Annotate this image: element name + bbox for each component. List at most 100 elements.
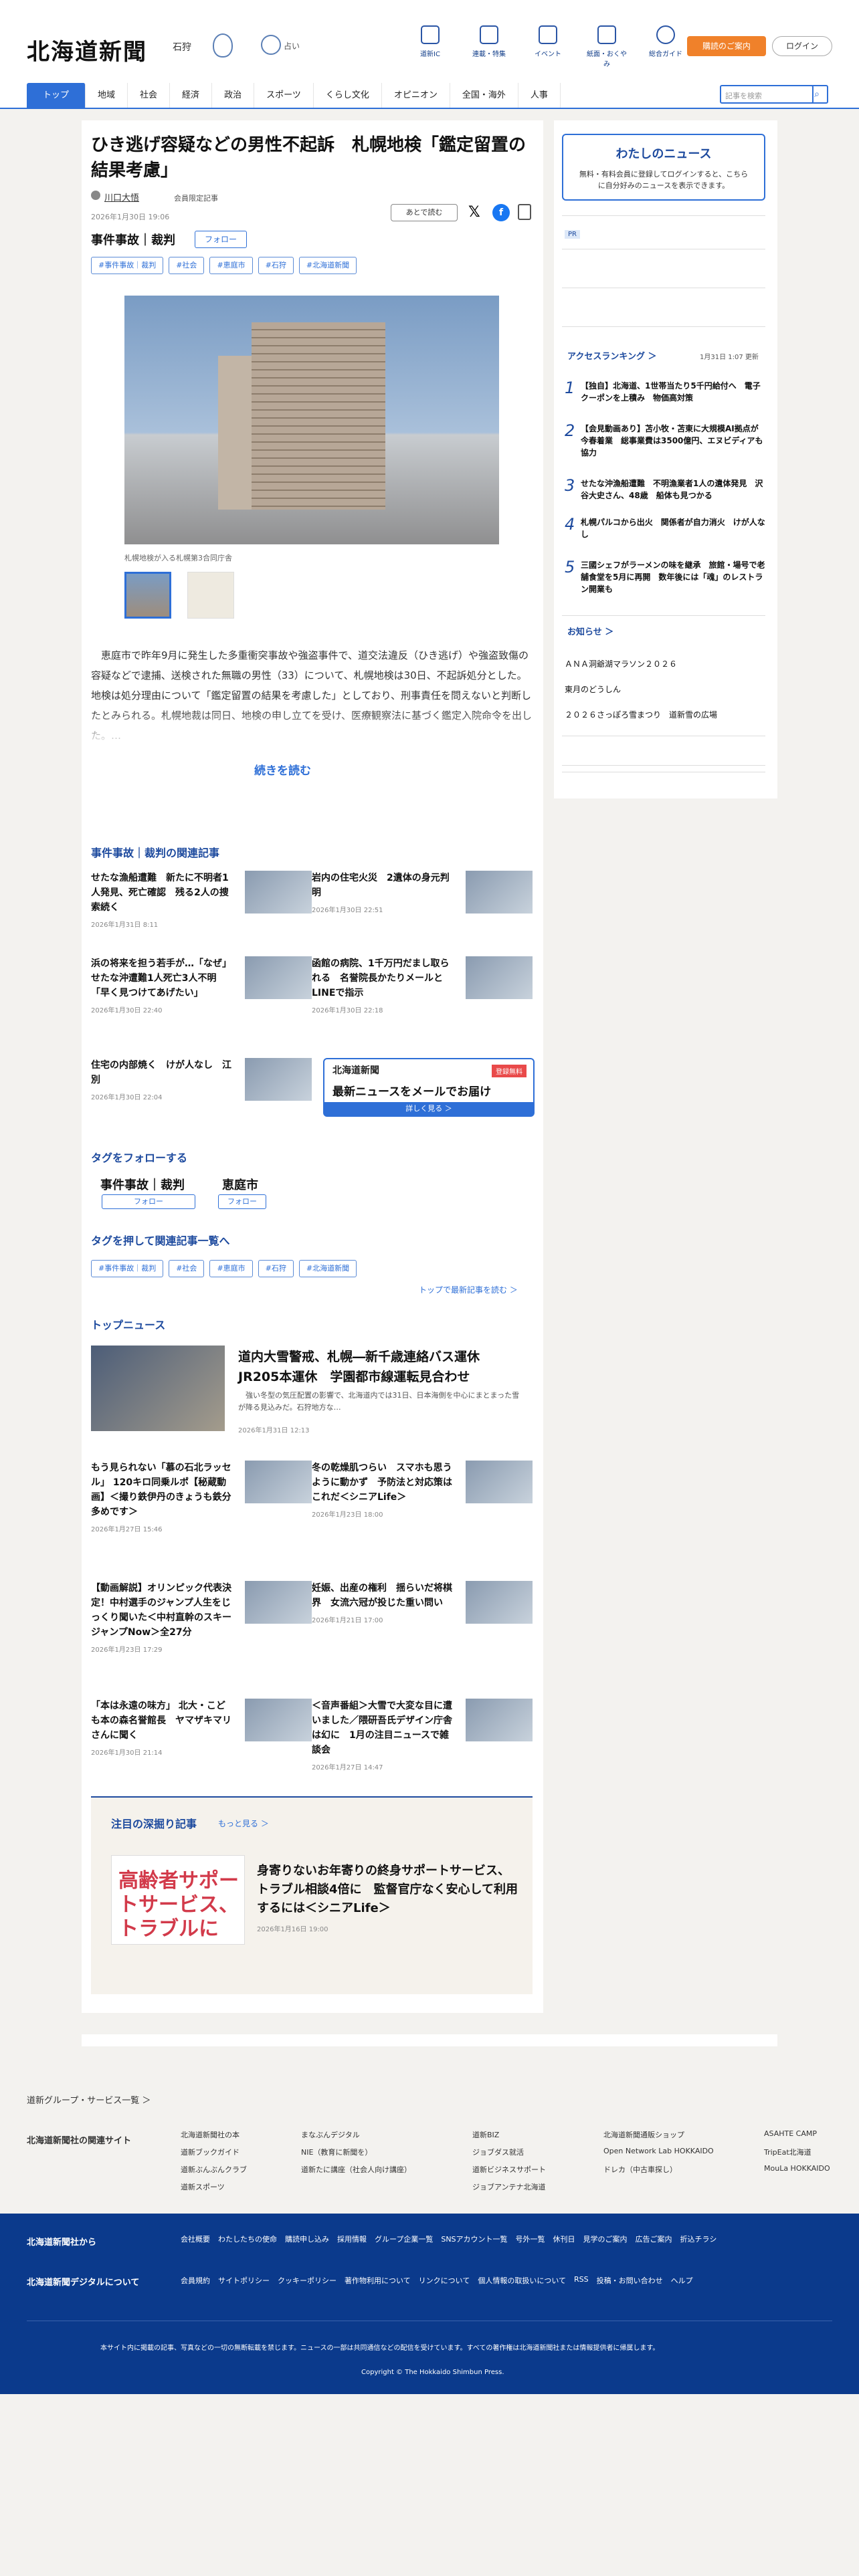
footer-link[interactable]: 広告ご案内 (636, 2234, 672, 2244)
weather-icon[interactable] (213, 33, 233, 58)
related-site-link[interactable]: ジョブアンテナ北海道 (472, 2181, 603, 2192)
related-site-link[interactable]: 道新ブックガイド (181, 2147, 301, 2157)
footer-link[interactable]: サイトポリシー (218, 2275, 270, 2286)
tag[interactable]: #事件事故｜裁判 (91, 1260, 164, 1277)
read-later-button[interactable]: あとで読む (391, 204, 458, 221)
tab-region[interactable]: 地域 (86, 83, 128, 108)
related-site-link[interactable]: TripEat北海道 (764, 2147, 831, 2157)
search-icon[interactable]: ⌕ (807, 85, 828, 104)
related-site-link[interactable]: MouLa HOKKAIDO (764, 2164, 831, 2175)
tab-top[interactable]: トップ (27, 83, 86, 108)
tab-personnel[interactable]: 人事 (518, 83, 561, 108)
related-article[interactable]: 住宅の内部焼く けが人なし 江別 2026年1月30日 22:04 (91, 1058, 312, 1132)
fortune-label[interactable]: 占い (284, 40, 300, 51)
tab-politics[interactable]: 政治 (212, 83, 255, 108)
nav-icon-series[interactable]: 連載・特集 (468, 25, 510, 68)
tab-sports[interactable]: スポーツ (254, 83, 314, 108)
footer-link[interactable]: 号外一覧 (516, 2234, 545, 2244)
top-news-article[interactable]: もう見られない「慕の石北ラッセル」 120キロ同乗ルポ【秘蔵動画】＜撮り鉄伊丹の… (91, 1461, 312, 1547)
tag[interactable]: #石狩 (258, 1260, 294, 1277)
notice-item[interactable]: ＡＮＡ洞爺湖マラソン２０２６ (565, 658, 677, 669)
footer-link[interactable]: 見学のご案内 (583, 2234, 628, 2244)
footer-link[interactable]: 個人情報の取扱いについて (478, 2275, 566, 2286)
top-news-article[interactable]: 妊娠、出産の権利 揺らいだ将棋界 女流六冠が投じた重い問い 2026年1月21日 … (312, 1581, 533, 1681)
related-site-link[interactable]: NIE（教育に新聞を） (301, 2147, 472, 2157)
tab-life[interactable]: くらし文化 (314, 83, 382, 108)
mail-news-banner[interactable]: 北海道新聞 登録無料 最新ニュースをメールでお届け 詳しく見る ＞ (323, 1058, 535, 1117)
footer-link[interactable]: 会員規約 (181, 2275, 210, 2286)
footer-link[interactable]: グループ企業一覧 (375, 2234, 433, 2244)
deep-dive-image[interactable]: 高齢者サポートサービス、トラブルに (111, 1855, 245, 1945)
follow-button[interactable]: フォロー (195, 231, 247, 248)
notice-item[interactable]: ２０２６さっぽろ雪まつり 道新雪の広場 (565, 709, 717, 720)
footer-link[interactable]: 投稿・お問い合わせ (597, 2275, 663, 2286)
footer-link[interactable]: RSS (574, 2275, 589, 2286)
article-photo[interactable] (124, 296, 499, 544)
related-site-link[interactable]: 道新たに講座（社会人向け講座） (301, 2164, 472, 2175)
tag[interactable]: #北海道新聞 (298, 257, 357, 274)
tab-economy[interactable]: 経済 (170, 83, 213, 108)
footer-link[interactable]: 著作物利用について (345, 2275, 411, 2286)
top-news-article[interactable]: 【動画解説】オリンピック代表決定！中村選手のジャンプ人生をじっくり聞いた＜中村直… (91, 1581, 312, 1681)
nav-icon-paper[interactable]: 紙面・おくやみ (586, 25, 628, 68)
top-latest-link[interactable]: トップで最新記事を読む ＞ (419, 1284, 518, 1295)
related-site-link[interactable]: 道新BIZ (472, 2129, 603, 2140)
tag[interactable]: #社会 (169, 1260, 205, 1277)
footer-link[interactable]: ヘルプ (671, 2275, 693, 2286)
tag[interactable]: #事件事故｜裁判 (91, 257, 164, 274)
footer-link[interactable]: リンクについて (419, 2275, 470, 2286)
tab-opinion[interactable]: オピニオン (382, 83, 450, 108)
nav-icon-guide[interactable]: 総合ガイド (645, 25, 686, 68)
related-article[interactable]: せたな漁船遭難 新たに不明者1人発見、死亡確認 残る2人の捜索続く 2026年1月… (91, 871, 312, 944)
related-site-link[interactable]: ASAHTE CAMP (764, 2129, 831, 2140)
related-site-link[interactable]: 北海道新聞社の本 (181, 2129, 301, 2140)
ranking-heading[interactable]: アクセスランキング ＞ (567, 349, 657, 362)
photo-thumbnail[interactable] (187, 572, 234, 619)
footer-link[interactable]: 購読申し込み (285, 2234, 329, 2244)
notice-heading[interactable]: お知らせ ＞ (567, 625, 613, 637)
read-more-link[interactable]: 続きを読む (254, 761, 311, 778)
tab-world[interactable]: 全国・海外 (450, 83, 518, 108)
subscribe-button[interactable]: 購読のご案内 (687, 36, 766, 56)
follow-button[interactable]: フォロー (218, 1194, 266, 1209)
related-site-link[interactable]: ジョブダス就活 (472, 2147, 603, 2157)
group-services-link[interactable]: 道新グループ・サービス一覧 ＞ (27, 2093, 151, 2106)
top-news-article[interactable]: ＜音声番組＞大雪で大変な目に遭いました／隈研吾氏デザイン庁舎は幻に 1月の注目ニ… (312, 1699, 533, 1786)
share-icon[interactable] (518, 204, 531, 220)
region-label[interactable]: 石狩 (173, 40, 191, 53)
tag[interactable]: #社会 (169, 257, 205, 274)
notice-item[interactable]: 東月のどうしん (565, 683, 621, 695)
x-share-icon[interactable]: 𝕏 (468, 204, 480, 221)
facebook-share-icon[interactable]: f (492, 204, 510, 221)
tag[interactable]: #北海道新聞 (298, 1260, 357, 1277)
related-site-link[interactable]: 道新スポーツ (181, 2181, 301, 2192)
footer-link[interactable]: SNSアカウント一覧 (441, 2234, 507, 2244)
footer-link[interactable]: 折込チラシ (680, 2234, 717, 2244)
related-site-link[interactable]: Open Network Lab HOKKAIDO (603, 2147, 764, 2157)
tag[interactable]: #恵庭市 (209, 257, 253, 274)
top-news-article[interactable]: 冬の乾燥肌つらい スマホも思うように動かず 予防法と対応策はこれだ＜シニアLif… (312, 1461, 533, 1547)
nav-icon-dosinic[interactable]: 道新IC (409, 25, 451, 68)
site-logo[interactable]: 北海道新聞 (27, 33, 147, 66)
related-site-link[interactable]: 道新ビジネスサポート (472, 2164, 603, 2175)
footer-link[interactable]: 会社概要 (181, 2234, 210, 2244)
mail-banner-button[interactable]: 詳しく見る ＞ (324, 1102, 533, 1115)
footer-link[interactable]: 採用情報 (337, 2234, 367, 2244)
search-input[interactable]: 記事を検索 (720, 85, 814, 104)
related-article[interactable]: 岩内の住宅火災 2遺体の身元判明 2026年1月30日 22:51 (312, 871, 533, 944)
related-site-link[interactable]: 北海道新聞通販ショップ (603, 2129, 764, 2140)
feature-photo[interactable] (91, 1346, 225, 1431)
follow-button[interactable]: フォロー (102, 1194, 195, 1209)
fortune-icon[interactable] (261, 35, 281, 55)
login-button[interactable]: ログイン (772, 36, 832, 56)
footer-link[interactable]: 休刊日 (553, 2234, 575, 2244)
footer-link[interactable]: クッキーポリシー (278, 2275, 337, 2286)
photo-thumbnail[interactable] (124, 572, 171, 619)
related-site-link[interactable]: 道新ぶんぶんクラブ (181, 2164, 301, 2175)
tag[interactable]: #恵庭市 (209, 1260, 253, 1277)
related-article[interactable]: 函館の病院、1千万円だまし取られる 名誉院長かたりメールとLINEで指示 2026… (312, 956, 533, 1030)
author-link[interactable]: 川口大悟 (104, 191, 139, 203)
deep-dive-title[interactable]: 身寄りないお年寄りの終身サポートサービス、トラブル相談4倍に 監督官庁なく安心し… (257, 1862, 518, 1918)
top-news-article[interactable]: 「本は永遠の味方」 北大・こども本の森名誉館長 ヤマザキマリさんに聞く 2026年… (91, 1699, 312, 1786)
related-site-link[interactable]: ドレカ（中古車探し） (603, 2164, 764, 2175)
